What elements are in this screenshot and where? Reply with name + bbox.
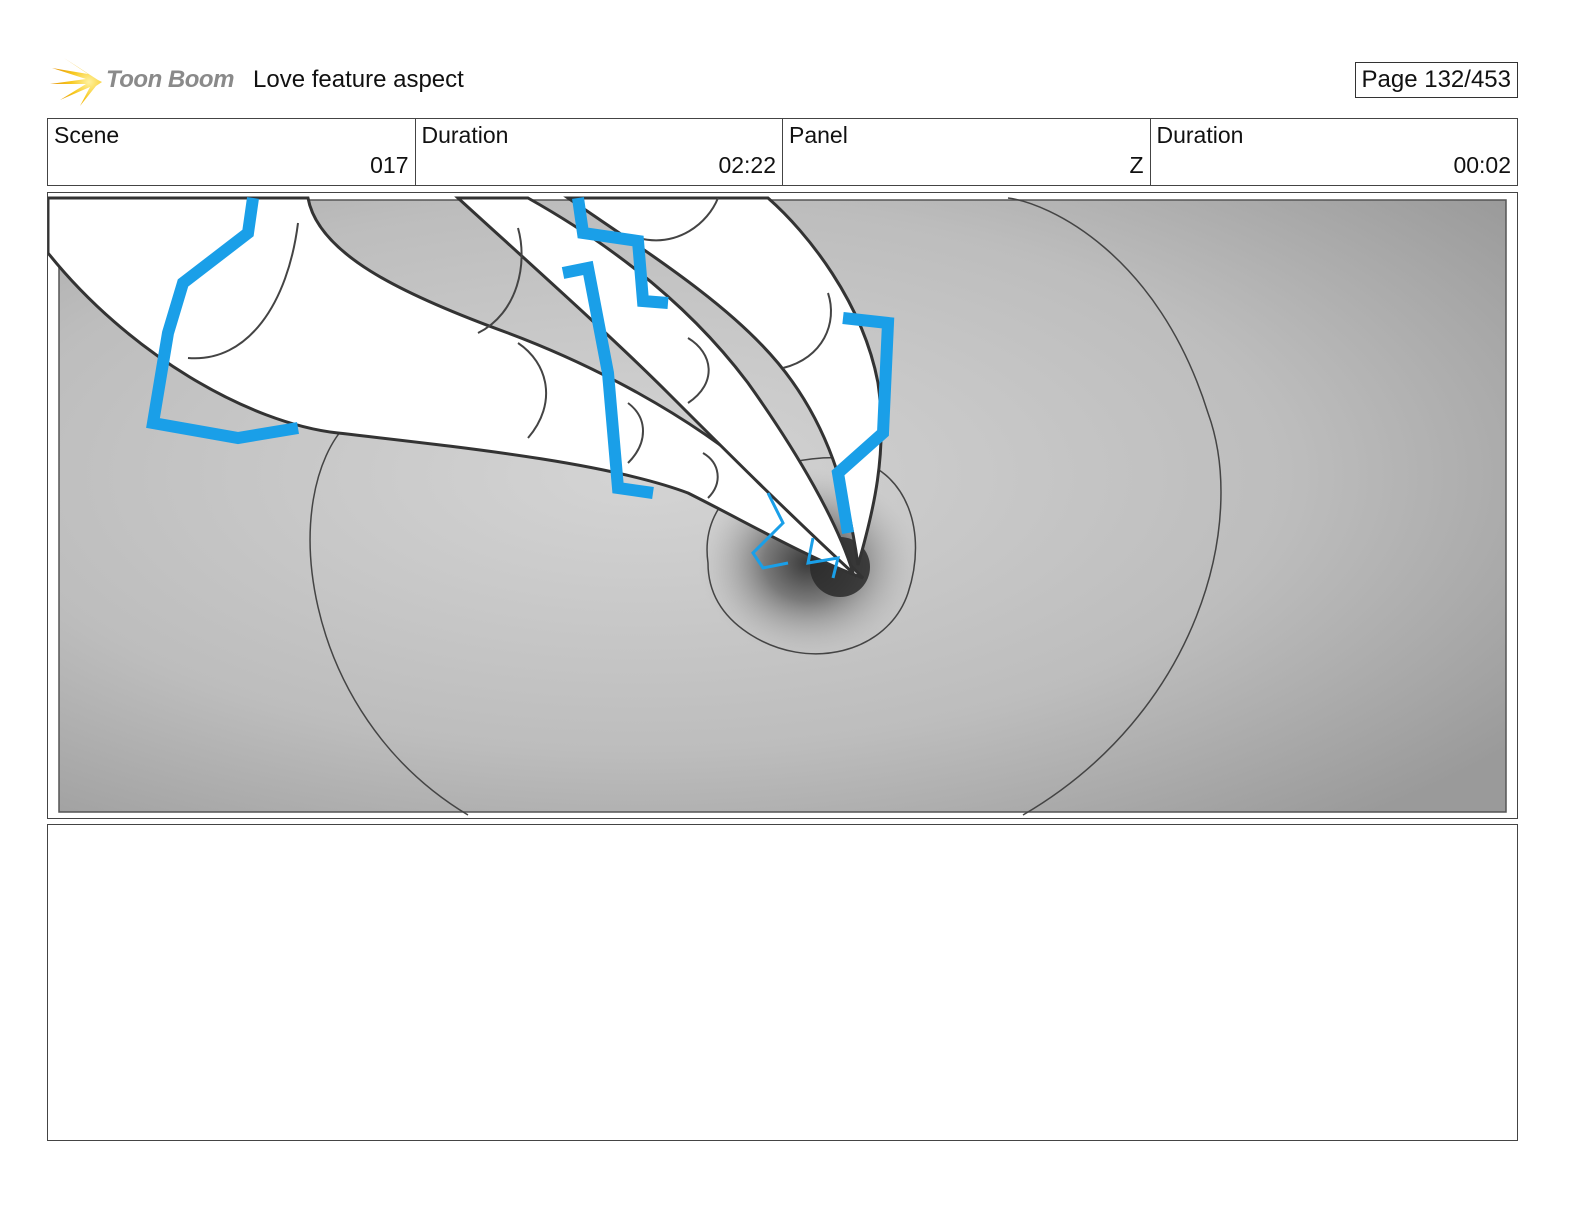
starburst-icon	[50, 58, 102, 106]
storyboard-panel	[47, 192, 1518, 819]
panel-cell: Panel Z	[783, 119, 1151, 185]
scene-duration-value: 02:22	[718, 152, 776, 178]
scene-cell: Scene 017	[48, 119, 416, 185]
scene-duration-label: Duration	[421, 122, 509, 148]
panel-value: Z	[1129, 152, 1144, 178]
scene-value: 017	[370, 152, 409, 178]
logo-text: Toon Boom	[106, 66, 234, 93]
page-header: Toon Boom Love feature aspect Page 132/4…	[48, 52, 1518, 106]
project-title: Love feature aspect	[253, 66, 464, 93]
panel-duration-cell: Duration 00:02	[1151, 119, 1518, 185]
scene-duration-cell: Duration 02:22	[416, 119, 783, 185]
panel-duration-value: 00:02	[1453, 152, 1511, 178]
panel-duration-label: Duration	[1156, 122, 1244, 148]
scene-label: Scene	[54, 122, 120, 148]
page-indicator: Page 132/453	[1354, 62, 1518, 98]
panel-drawing	[48, 193, 1517, 818]
notes-box[interactable]	[47, 824, 1518, 1141]
scene-info-table: Scene 017 Duration 02:22 Panel Z Duratio…	[47, 118, 1518, 186]
panel-label: Panel	[789, 122, 848, 148]
toon-boom-logo: Toon Boom	[50, 54, 240, 106]
